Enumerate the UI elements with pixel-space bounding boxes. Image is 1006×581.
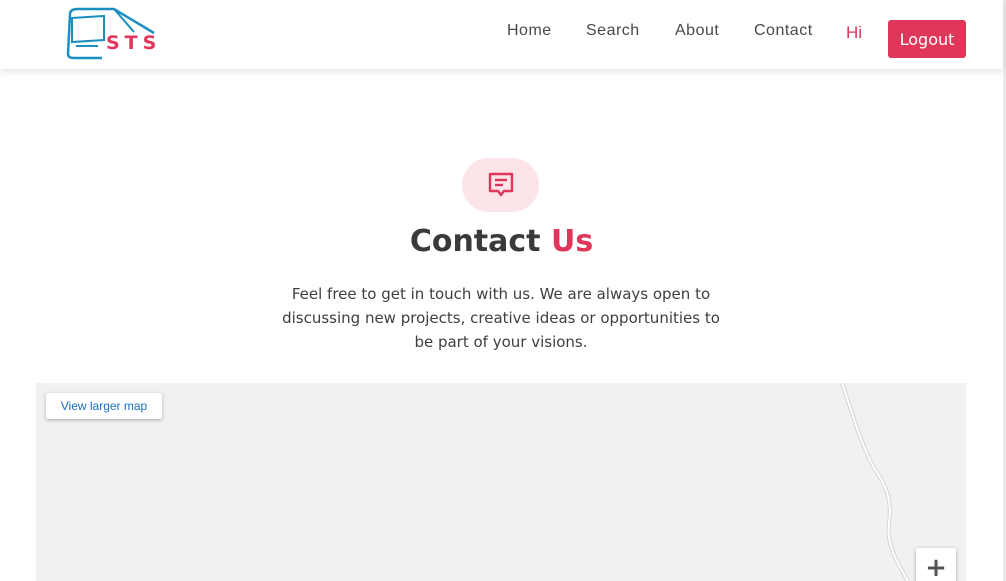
user-greeting: Hi <box>846 23 863 42</box>
nav-about[interactable]: About <box>675 22 719 40</box>
embedded-map[interactable]: View larger map + <box>36 383 966 581</box>
main-nav: Home Search About Contact Hi Logout <box>0 20 1003 58</box>
contact-description: Feel free to get in touch with us. We ar… <box>282 285 720 351</box>
map-road <box>840 383 910 581</box>
contact-icon-badge <box>462 158 539 212</box>
message-square-icon <box>488 172 513 197</box>
zoom-in-button[interactable]: + <box>916 548 956 581</box>
site-header: STS Home Search About Contact Hi Logout <box>0 0 1003 69</box>
nav-contact[interactable]: Contact <box>754 22 813 40</box>
title-accent: Us <box>550 224 594 259</box>
nav-search[interactable]: Search <box>586 22 640 40</box>
view-larger-map-button[interactable]: View larger map <box>46 393 162 419</box>
logout-button[interactable]: Logout <box>888 20 966 58</box>
title-main: Contact <box>409 224 541 259</box>
nav-home[interactable]: Home <box>507 22 552 40</box>
page-title: Contact Us <box>0 224 1003 259</box>
